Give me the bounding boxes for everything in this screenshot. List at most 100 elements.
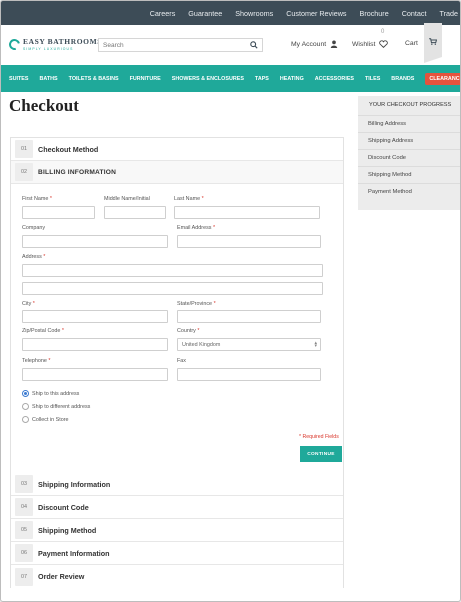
progress-discount-code: Discount Code xyxy=(358,150,460,167)
step-discount-code[interactable]: 04 Discount Code xyxy=(11,496,343,519)
nav-furniture[interactable]: FURNITURE xyxy=(130,76,161,82)
city-field[interactable] xyxy=(22,310,168,323)
continue-button[interactable]: CONTINUE xyxy=(300,446,342,462)
main-nav: SUITES BATHS TOILETS & BASINS FURNITURE … xyxy=(1,65,460,92)
country-value: United Kingdom xyxy=(182,341,221,348)
step-title: Discount Code xyxy=(38,502,89,512)
progress-shipping-method: Shipping Method xyxy=(358,167,460,184)
progress-payment-method: Payment Method xyxy=(368,189,412,195)
step-billing-information[interactable]: 02 Billing Information xyxy=(11,161,343,184)
step-title: Shipping Method xyxy=(38,525,97,535)
address-label: Address * xyxy=(22,254,46,260)
step-shipping-information[interactable]: 03 Shipping Information xyxy=(11,473,343,496)
fax-field[interactable] xyxy=(177,368,321,381)
site-logo[interactable]: EASY BATHROOMS SIMPLY LUXURIOUS xyxy=(6,36,103,52)
page-frame: Careers Guarantee Showrooms Customer Rev… xyxy=(0,0,461,602)
radio-ship-to-this-address[interactable]: Ship to this address xyxy=(22,390,79,397)
logo-mark-icon xyxy=(6,36,23,52)
zip-field[interactable] xyxy=(22,338,168,351)
nav-clearance[interactable]: CLEARANCE xyxy=(425,72,460,85)
fax-label: Fax xyxy=(177,358,186,364)
nav-brands[interactable]: BRANDS xyxy=(391,76,414,82)
wishlist-label: Wishlist xyxy=(352,40,376,48)
billing-form: First Name * Middle Name/Initial Last Na… xyxy=(11,184,343,474)
cart-link[interactable]: Cart xyxy=(405,40,418,47)
top-link-careers[interactable]: Careers xyxy=(150,9,176,18)
country-label: Country * xyxy=(177,328,200,334)
middle-name-label: Middle Name/Initial xyxy=(104,196,150,202)
address-line1-field[interactable] xyxy=(22,264,323,277)
site-header: EASY BATHROOMS SIMPLY LUXURIOUS My Accou… xyxy=(1,23,460,65)
step-order-review[interactable]: 07 Order Review xyxy=(11,565,343,588)
step-number: 04 xyxy=(15,498,33,516)
radio-selected-icon xyxy=(22,390,29,397)
step-shipping-method[interactable]: 05 Shipping Method xyxy=(11,519,343,542)
step-number: 06 xyxy=(15,544,33,562)
first-name-field[interactable] xyxy=(22,206,95,219)
nav-taps[interactable]: TAPS xyxy=(255,76,269,82)
top-link-brochure[interactable]: Brochure xyxy=(360,9,389,18)
company-field[interactable] xyxy=(22,235,168,248)
step-payment-information[interactable]: 06 Payment Information xyxy=(11,542,343,565)
email-field[interactable] xyxy=(177,235,321,248)
email-label: Email Address * xyxy=(177,225,216,231)
city-label: City * xyxy=(22,301,35,307)
wishlist-link[interactable]: Wishlist xyxy=(352,40,389,48)
search-input[interactable] xyxy=(103,41,243,49)
radio-unselected-icon xyxy=(22,403,29,410)
telephone-label: Telephone * xyxy=(22,358,51,364)
top-link-guarantee[interactable]: Guarantee xyxy=(188,9,222,18)
step-number: 02 xyxy=(15,163,33,181)
search-icon[interactable] xyxy=(250,41,258,49)
company-label: Company xyxy=(22,225,46,231)
page-title: Checkout xyxy=(9,96,79,115)
radio-collect-in-store[interactable]: Collect in Store xyxy=(22,416,69,423)
heart-icon xyxy=(379,40,389,48)
top-link-customer-reviews[interactable]: Customer Reviews xyxy=(286,9,346,18)
nav-toilets-basins[interactable]: TOILETS & BASINS xyxy=(69,76,119,82)
wishlist-count: 0 xyxy=(381,29,385,35)
progress-billing-address: Billing Address xyxy=(358,116,460,133)
nav-heating[interactable]: HEATING xyxy=(280,76,304,82)
last-name-field[interactable] xyxy=(174,206,320,219)
top-link-showrooms[interactable]: Showrooms xyxy=(235,9,273,18)
my-account-link[interactable]: My Account xyxy=(291,40,338,48)
nav-accessories[interactable]: ACCESSORIES xyxy=(315,76,354,82)
required-fields-note: * Required Fields xyxy=(299,434,339,440)
radio-unselected-icon xyxy=(22,416,29,423)
step-title: Order Review xyxy=(38,572,85,581)
step-number: 01 xyxy=(15,140,33,158)
radio-ship-to-different-address[interactable]: Ship to different address xyxy=(22,403,90,410)
zip-label: Zip/Postal Code * xyxy=(22,328,64,334)
step-title: Checkout Method xyxy=(38,144,99,154)
nav-baths[interactable]: BATHS xyxy=(39,76,57,82)
logo-name: EASY BATHROOMS xyxy=(23,37,103,46)
telephone-field[interactable] xyxy=(22,368,168,381)
step-number: 05 xyxy=(15,521,33,539)
step-number: 07 xyxy=(15,567,33,586)
nav-tiles[interactable]: TILES xyxy=(365,76,380,82)
nav-showers-enclosures[interactable]: SHOWERS & ENCLOSURES xyxy=(172,76,244,82)
progress-heading: YOUR CHECKOUT PROGRESS xyxy=(358,96,460,116)
logo-tagline: SIMPLY LUXURIOUS xyxy=(23,47,74,51)
progress-shipping-address: Shipping Address xyxy=(358,133,460,150)
first-name-label: First Name * xyxy=(22,196,52,202)
step-title: Billing Information xyxy=(38,168,117,176)
address-line2-field[interactable] xyxy=(22,282,323,295)
step-checkout-method[interactable]: 01 Checkout Method xyxy=(11,138,343,161)
last-name-label: Last Name * xyxy=(174,196,204,202)
cart-tab[interactable] xyxy=(424,23,442,63)
nav-suites[interactable]: SUITES xyxy=(9,76,28,82)
middle-name-field[interactable] xyxy=(104,206,166,219)
country-select[interactable]: United Kingdom ▴ ▾ xyxy=(177,338,321,351)
state-field[interactable] xyxy=(177,310,321,323)
top-link-contact[interactable]: Contact xyxy=(402,9,427,18)
step-number: 03 xyxy=(15,475,33,493)
top-link-trade[interactable]: Trade xyxy=(439,9,458,18)
step-title: Payment Information xyxy=(38,548,110,558)
cart-icon xyxy=(429,38,437,45)
select-arrows-icon: ▴ ▾ xyxy=(314,340,317,349)
top-utility-bar: Careers Guarantee Showrooms Customer Rev… xyxy=(1,1,460,25)
step-title: Shipping Information xyxy=(38,479,111,489)
checkout-steps: 01 Checkout Method 02 Billing Informatio… xyxy=(10,137,344,588)
